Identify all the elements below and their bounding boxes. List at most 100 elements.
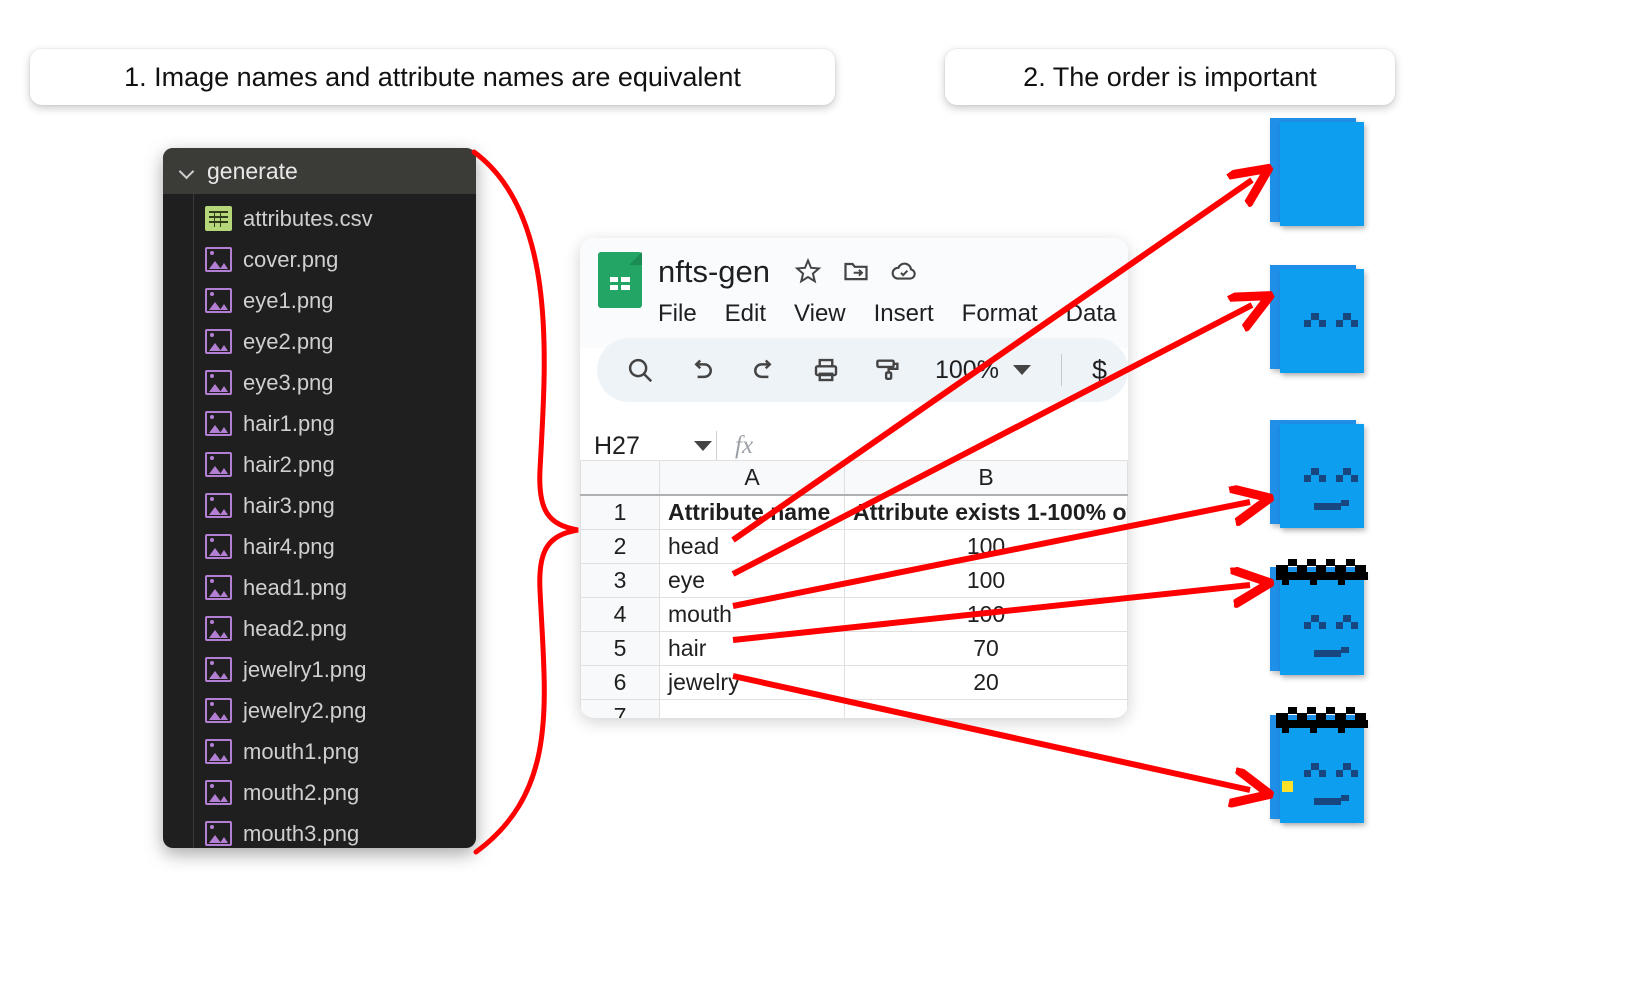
file-list: attributes.csv cover.png eye1.png eye2.png e… <box>163 194 476 848</box>
explorer-folder-row[interactable]: generate <box>163 148 476 194</box>
cell-attribute-percent[interactable]: 100 <box>844 563 1128 598</box>
cell-attribute-name[interactable]: head <box>659 529 845 564</box>
table-row: 4 mouth 100 <box>580 597 1128 632</box>
file-name: attributes.csv <box>243 205 373 231</box>
undo-icon[interactable] <box>687 355 717 385</box>
file-name: jewelry2.png <box>243 697 367 723</box>
row-header[interactable]: 2 <box>580 529 660 564</box>
menu-item-file[interactable]: File <box>658 300 697 328</box>
zoom-level[interactable]: 100% <box>935 356 999 385</box>
file-list-item[interactable]: hair2.png <box>163 444 476 485</box>
cell-attribute-name[interactable]: mouth <box>659 597 845 632</box>
name-box-caret-down-icon[interactable] <box>694 441 712 451</box>
column-header-row: A B <box>580 460 1128 496</box>
column-header-b[interactable]: B <box>844 460 1128 496</box>
file-list-item[interactable]: mouth3.png <box>163 813 476 848</box>
cell-attribute-percent[interactable]: 70 <box>844 631 1128 666</box>
row-header[interactable]: 7 <box>580 699 660 718</box>
table-row: 7 <box>580 699 1128 718</box>
select-all-corner[interactable] <box>580 460 660 496</box>
chevron-down-icon[interactable] <box>177 160 199 182</box>
cell-attribute-name[interactable]: eye <box>659 563 845 598</box>
file-list-item[interactable]: cover.png <box>163 239 476 280</box>
image-file-icon <box>205 452 232 477</box>
row-header[interactable]: 5 <box>580 631 660 666</box>
column-header-a[interactable]: A <box>659 460 845 496</box>
image-file-icon <box>205 329 232 354</box>
redo-icon[interactable] <box>749 355 779 385</box>
cell-attribute-percent[interactable]: 100 <box>844 529 1128 564</box>
image-file-icon <box>205 698 232 723</box>
file-list-item[interactable]: hair1.png <box>163 403 476 444</box>
cell-attribute-percent[interactable] <box>844 699 1128 718</box>
search-icon[interactable] <box>625 355 655 385</box>
google-sheets-window: nfts-gen File Edit View Insert Format Da… <box>580 238 1128 718</box>
token-mouth <box>1314 647 1349 657</box>
file-list-item[interactable]: mouth1.png <box>163 731 476 772</box>
star-icon[interactable] <box>794 257 824 287</box>
formula-fx-icon: fx <box>735 432 754 459</box>
token-hair <box>1270 559 1368 675</box>
file-list-item[interactable]: attributes.csv <box>163 198 476 239</box>
file-list-item[interactable]: hair3.png <box>163 485 476 526</box>
file-name: hair1.png <box>243 410 335 436</box>
cloud-saved-icon[interactable] <box>890 257 920 287</box>
move-to-folder-icon[interactable] <box>842 257 872 287</box>
file-name: hair4.png <box>243 533 335 559</box>
token-eye-right <box>1336 763 1358 777</box>
sheets-menu-bar: File Edit View Insert Format Data <box>658 294 1128 334</box>
menu-item-insert[interactable]: Insert <box>874 300 934 328</box>
menu-item-data[interactable]: Data <box>1066 300 1117 328</box>
table-row: 1 Attribute name Attribute exists 1-100% o… <box>580 494 1128 530</box>
file-list-item[interactable]: jewelry1.png <box>163 649 476 690</box>
file-name: hair3.png <box>243 492 335 518</box>
paint-format-icon[interactable] <box>873 355 903 385</box>
token-hair <box>1276 703 1368 733</box>
token-head-layer <box>1280 122 1364 226</box>
document-title[interactable]: nfts-gen <box>658 254 770 290</box>
menu-item-view[interactable]: View <box>794 300 846 328</box>
row-header[interactable]: 4 <box>580 597 660 632</box>
file-list-item[interactable]: eye1.png <box>163 280 476 321</box>
sheets-toolbar: 100% $ % . <box>597 338 1128 402</box>
file-list-item[interactable]: hair4.png <box>163 526 476 567</box>
token-eye-right <box>1336 313 1358 327</box>
print-icon[interactable] <box>811 355 841 385</box>
cell-a1[interactable]: Attribute name <box>659 494 845 530</box>
file-list-item[interactable]: jewelry2.png <box>163 690 476 731</box>
token-eye-right <box>1336 615 1358 629</box>
row-header[interactable]: 1 <box>580 494 660 530</box>
currency-format-button[interactable]: $ <box>1092 355 1107 386</box>
token-head-layer <box>1280 571 1364 675</box>
row-header[interactable]: 3 <box>580 563 660 598</box>
file-explorer-panel: generate attributes.csv cover.png eye1.png… <box>163 148 476 848</box>
menu-item-format[interactable]: Format <box>962 300 1038 328</box>
name-box-divider <box>716 431 717 461</box>
token-mouth <box>1314 500 1349 510</box>
file-name: eye3.png <box>243 369 334 395</box>
file-name: jewelry1.png <box>243 656 367 682</box>
file-list-item[interactable]: head1.png <box>163 567 476 608</box>
caret-down-icon[interactable] <box>1012 365 1031 375</box>
cell-attribute-name[interactable]: hair <box>659 631 845 666</box>
token-head-layer <box>1280 719 1364 823</box>
cell-reference-input[interactable]: H27 <box>594 432 694 461</box>
token-jewelry <box>1270 707 1368 823</box>
image-file-icon <box>205 288 232 313</box>
csv-file-icon <box>205 206 232 231</box>
cell-attribute-percent[interactable]: 20 <box>844 665 1128 700</box>
file-list-item[interactable]: head2.png <box>163 608 476 649</box>
table-row: 2 head 100 <box>580 529 1128 564</box>
file-list-item[interactable]: mouth2.png <box>163 772 476 813</box>
cell-attribute-percent[interactable]: 100 <box>844 597 1128 632</box>
cell-b1[interactable]: Attribute exists 1-100% of tokens <box>844 494 1128 530</box>
cell-attribute-name[interactable]: jewelry <box>659 665 845 700</box>
explorer-folder-label: generate <box>207 157 298 184</box>
token-eye-left <box>1304 313 1326 327</box>
file-list-item[interactable]: eye2.png <box>163 321 476 362</box>
menu-item-edit[interactable]: Edit <box>725 300 766 328</box>
cell-attribute-name[interactable] <box>659 699 845 718</box>
file-list-item[interactable]: eye3.png <box>163 362 476 403</box>
token-mouth <box>1314 795 1349 805</box>
row-header[interactable]: 6 <box>580 665 660 700</box>
